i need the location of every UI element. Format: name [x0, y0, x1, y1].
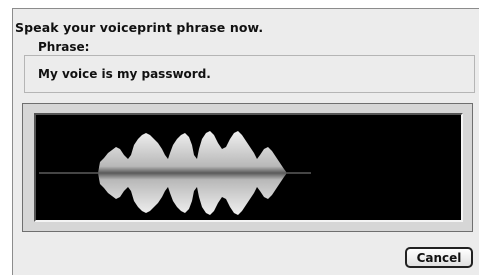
cancel-button[interactable]: Cancel: [405, 247, 473, 268]
waveform-display: [34, 113, 463, 222]
phrase-label: Phrase:: [35, 40, 93, 54]
waveform-svg: [39, 131, 311, 215]
waveform-shape: [98, 131, 287, 215]
phrase-text: My voice is my password.: [38, 67, 211, 81]
instruction-text: Speak your voiceprint phrase now.: [15, 20, 264, 35]
